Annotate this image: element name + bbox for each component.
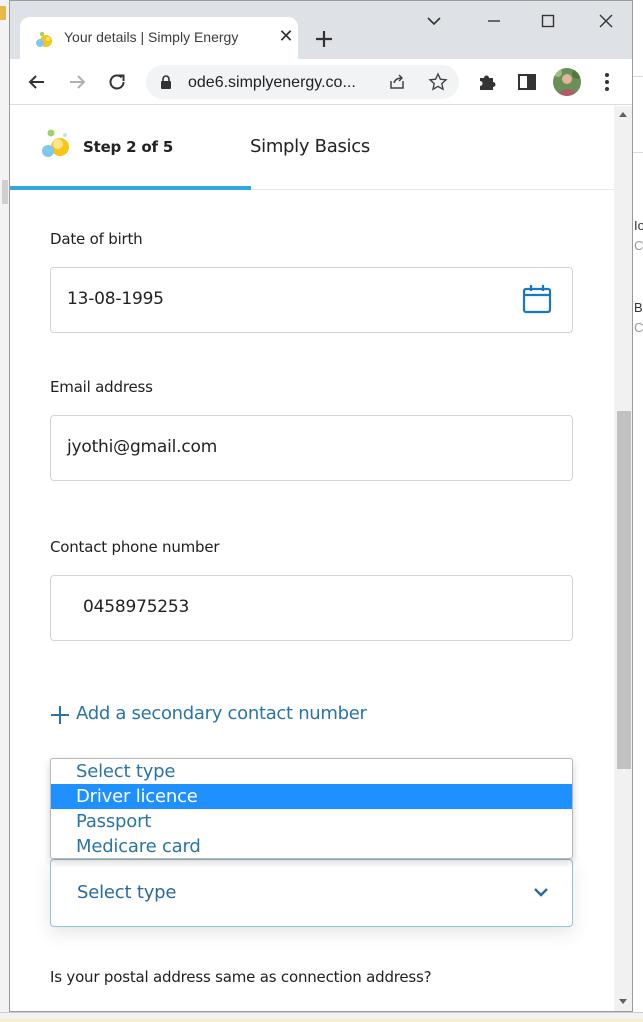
plan-name: Simply Basics [250,136,370,157]
extensions-puzzle-icon[interactable] [474,69,500,95]
new-tab-plus-icon[interactable] [312,27,336,51]
browser-tab[interactable]: Your details | Simply Energy ✕ [20,17,298,59]
id-type-dropdown: Select type Driver licence Passport Medi… [50,758,573,859]
email-label: Email address [50,378,153,396]
id-type-select[interactable]: Select type [50,859,573,927]
add-secondary-contact-label: Add a secondary contact number [76,703,367,724]
step-indicator: Step 2 of 5 [83,138,174,156]
side-panel-icon[interactable] [514,69,540,95]
chevron-down-icon[interactable] [533,884,549,900]
phone-field[interactable]: 0458975253 [50,575,573,641]
page-scrollbar[interactable] [614,106,632,1011]
phone-value[interactable]: 0458975253 [83,597,189,617]
desktop-text-fragment: C [634,238,643,253]
plus-icon [51,706,69,724]
dropdown-option-driver-licence[interactable]: Driver licence [51,784,572,809]
desktop-text-fragment: Io [634,218,643,233]
simply-energy-logo-icon [42,129,69,157]
share-icon[interactable] [388,73,406,91]
url-text[interactable]: ode6.simplyenergy.co... [188,74,356,92]
dob-field[interactable]: 13-08-1995 [50,267,573,333]
tab-search-chevron-icon[interactable] [420,7,448,35]
desktop-divider [632,152,643,153]
profile-photo-icon [553,68,581,96]
desktop-bottom-edge [0,1012,643,1022]
more-menu-icon[interactable] [594,69,620,95]
tab-close-icon[interactable]: ✕ [276,27,296,47]
step-progress-underline [10,186,251,190]
calendar-icon[interactable] [521,283,553,315]
dropdown-option-select-type[interactable]: Select type [51,759,572,784]
email-field[interactable]: jyothi@gmail.com [50,415,573,481]
back-arrow-icon[interactable] [24,69,50,95]
minimize-icon[interactable] [480,7,508,35]
page-viewport: Step 2 of 5 Simply Basics Date of birth … [10,106,614,1011]
lock-icon[interactable] [158,74,174,90]
browser-window: Your details | Simply Energy ✕ ode6.simp… [9,0,633,1012]
desktop-text-fragment: B: [634,300,643,315]
dropdown-option-medicare-card[interactable]: Medicare card [51,834,572,858]
desktop-divider [632,76,643,77]
scroll-up-arrow-icon[interactable] [619,112,627,117]
browser-toolbar: ode6.simplyenergy.co... [10,59,632,105]
simply-energy-favicon-icon [36,31,52,47]
window-close-icon[interactable] [592,7,620,35]
profile-avatar[interactable] [553,68,581,96]
dob-label: Date of birth [50,230,143,248]
browser-titlebar: Your details | Simply Energy ✕ [10,1,632,59]
desktop-right-edge: Io C B: C [632,0,643,1022]
address-bar[interactable]: ode6.simplyenergy.co... [146,65,459,99]
desktop-text-fragment: C [634,320,643,335]
bookmark-star-icon[interactable] [428,72,448,92]
scroll-down-arrow-icon[interactable] [619,999,627,1004]
forward-arrow-icon[interactable] [64,69,90,95]
maximize-icon[interactable] [534,7,562,35]
dropdown-option-passport[interactable]: Passport [51,809,572,834]
dob-value[interactable]: 13-08-1995 [67,289,164,309]
email-value[interactable]: jyothi@gmail.com [67,437,217,457]
scrollbar-thumb[interactable] [617,411,631,769]
tab-title: Your details | Simply Energy [64,29,239,45]
desktop-scroll-fragment [2,180,8,204]
id-type-select-value: Select type [77,882,177,903]
postal-address-question: Is your postal address same as connectio… [50,968,432,986]
step-progress-header: Step 2 of 5 Simply Basics [10,106,614,190]
desktop-folder-icon [0,6,6,20]
reload-icon[interactable] [104,69,130,95]
phone-label: Contact phone number [50,538,220,556]
